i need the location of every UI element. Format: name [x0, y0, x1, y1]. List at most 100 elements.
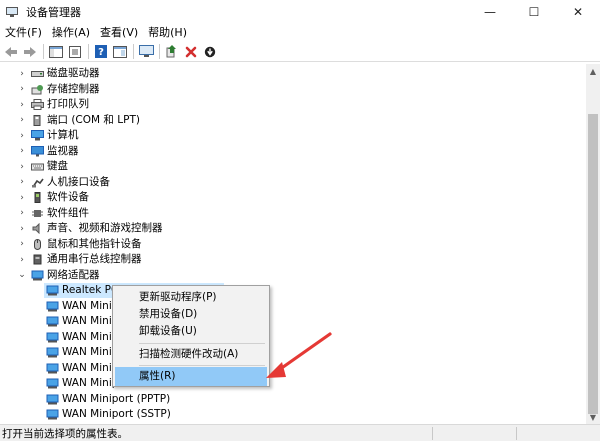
maximize-button[interactable]: ☐: [512, 0, 556, 24]
chevron-right-icon[interactable]: ›: [17, 221, 27, 236]
hid-icon: [32, 178, 44, 187]
toolbar: ?: [0, 42, 600, 62]
tree-device-row[interactable]: WAN Miniport (PPTP): [44, 392, 224, 407]
help-icon[interactable]: ?: [92, 43, 110, 61]
status-text: 打开当前选择项的属性表。: [2, 427, 128, 440]
toolbar-separator: [43, 44, 44, 59]
monitor-scan-icon[interactable]: [137, 43, 155, 61]
port-icon: [33, 114, 41, 126]
disable-device-icon[interactable]: [201, 43, 219, 61]
tree-item-label: WAN Minip: [62, 330, 119, 343]
printer-icon: [31, 99, 44, 110]
storage-controller-icon: [31, 84, 43, 94]
chevron-right-icon[interactable]: ›: [17, 144, 27, 159]
chevron-right-icon[interactable]: ›: [17, 206, 27, 221]
tree-category-row[interactable]: › 声音、视频和游戏控制器: [0, 221, 586, 236]
network-adapter-icon: [46, 301, 59, 311]
chevron-right-icon[interactable]: ›: [17, 82, 27, 97]
tree-item-label: 软件组件: [47, 206, 89, 219]
chevron-down-icon[interactable]: ⌄: [17, 268, 27, 283]
network-adapter-icon: [46, 394, 59, 404]
menu-view[interactable]: 查看(V): [95, 24, 143, 42]
tree-category-row[interactable]: › 鼠标和其他指针设备: [0, 237, 586, 252]
scroll-up-icon[interactable]: ▲: [586, 64, 600, 78]
tree-item-label: 人机接口设备: [47, 175, 110, 188]
menu-help[interactable]: 帮助(H): [143, 24, 192, 42]
tree-device-row[interactable]: WAN Miniport (SSTP): [44, 407, 224, 422]
status-bar: 打开当前选择项的属性表。: [0, 424, 600, 441]
tree-item-label: 监视器: [47, 144, 79, 157]
menu-action[interactable]: 操作(A): [47, 24, 95, 42]
tree-category-row[interactable]: › 端口 (COM 和 LPT): [0, 113, 586, 128]
tree-item-label: WAN Minip: [62, 377, 119, 389]
tree-category-row[interactable]: › 计算机: [0, 128, 586, 143]
toolbar-separator: [88, 44, 89, 59]
tree-category-row[interactable]: › 键盘: [0, 159, 586, 174]
software-component-icon: [32, 209, 43, 217]
tree-item-label: 声音、视频和游戏控制器: [47, 222, 163, 234]
chevron-right-icon[interactable]: ›: [17, 66, 27, 81]
properties-panel-icon[interactable]: [47, 43, 65, 61]
scroll-down-icon[interactable]: ▼: [586, 410, 600, 424]
tree-item-label: 磁盘驱动器: [47, 67, 100, 79]
vertical-scrollbar[interactable]: ▲ ▼: [586, 64, 600, 424]
tree-item-label: WAN Miniport (PPTP): [62, 392, 171, 405]
menu-file[interactable]: 文件(F): [0, 24, 47, 42]
chevron-right-icon[interactable]: ›: [17, 113, 27, 128]
console-icon[interactable]: [111, 43, 129, 61]
tree-category-row[interactable]: › 人机接口设备: [0, 175, 586, 190]
tree-category-row-expanded[interactable]: ⌄ 网络适配器: [0, 268, 586, 283]
status-divider: [432, 427, 433, 440]
chevron-right-icon[interactable]: ›: [17, 190, 27, 205]
tree-item-label: 打印队列: [47, 98, 89, 110]
chevron-right-icon[interactable]: ›: [17, 175, 27, 190]
update-driver-icon[interactable]: [163, 43, 181, 61]
tree-item-label: WAN Miniport (SSTP): [62, 408, 171, 420]
toolbar-separator: [159, 44, 160, 59]
menu-item-properties[interactable]: 属性(R): [115, 367, 267, 386]
toolbar-separator: [133, 44, 134, 59]
network-adapter-icon: [31, 270, 44, 280]
tree-item-label: 键盘: [47, 160, 68, 172]
tree-category-row[interactable]: › 打印队列: [0, 97, 586, 112]
tree-item-label: WAN Minip: [62, 361, 119, 374]
device-manager-app-icon: [6, 6, 18, 18]
forward-icon[interactable]: [21, 43, 39, 61]
status-divider: [516, 427, 517, 440]
tree-category-row[interactable]: › 软件组件: [0, 206, 586, 221]
chevron-right-icon[interactable]: ›: [17, 237, 27, 252]
menu-item-uninstall-device[interactable]: 卸载设备(U): [115, 322, 267, 341]
tree-item-label: 软件设备: [47, 191, 89, 203]
tree-category-row[interactable]: › 磁盘驱动器: [0, 66, 586, 81]
tree-item-label: 存储控制器: [47, 82, 100, 95]
menu-separator: [139, 365, 265, 366]
svg-text:?: ?: [98, 47, 104, 58]
chevron-right-icon[interactable]: ›: [17, 252, 27, 267]
menu-separator: [139, 343, 265, 344]
annotation-arrow-icon: [266, 332, 332, 378]
computer-icon: [31, 130, 44, 141]
list-view-icon[interactable]: [66, 43, 84, 61]
minimize-button[interactable]: —: [468, 0, 512, 24]
network-adapter-icon: [46, 285, 59, 296]
network-adapter-icon: [46, 409, 59, 420]
context-menu: 更新驱动程序(P) 禁用设备(D) 卸载设备(U) 扫描检测硬件改动(A) 属性…: [112, 285, 270, 387]
scrollbar-thumb[interactable]: [588, 114, 598, 414]
back-icon[interactable]: [2, 43, 20, 61]
title-bar: 设备管理器 — ☐ ✕: [0, 0, 600, 24]
chevron-right-icon[interactable]: ›: [17, 97, 27, 112]
tree-item-label: WAN Minip: [62, 315, 119, 327]
chevron-right-icon[interactable]: ›: [17, 159, 27, 174]
network-adapter-icon: [46, 347, 59, 358]
menu-item-scan-hardware[interactable]: 扫描检测硬件改动(A): [115, 345, 267, 364]
chevron-right-icon[interactable]: ›: [17, 128, 27, 143]
sound-icon: [32, 223, 40, 234]
uninstall-icon[interactable]: [182, 43, 200, 61]
window-title: 设备管理器: [26, 6, 81, 19]
tree-item-label: 通用串行总线控制器: [47, 253, 142, 265]
close-button[interactable]: ✕: [556, 0, 600, 24]
tree-category-row[interactable]: › 通用串行总线控制器: [0, 252, 586, 267]
tree-category-row[interactable]: › 监视器: [0, 144, 586, 159]
tree-category-row[interactable]: › 存储控制器: [0, 82, 586, 97]
tree-category-row[interactable]: › 软件设备: [0, 190, 586, 205]
